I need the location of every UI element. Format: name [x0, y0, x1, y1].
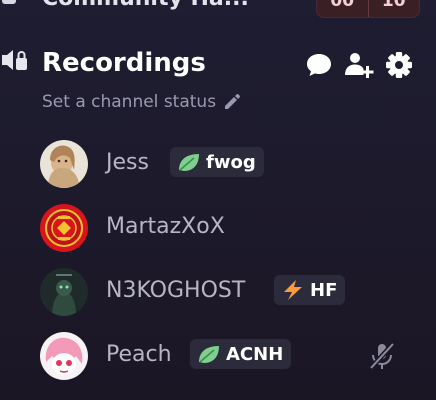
channel-settings-button[interactable] [384, 50, 414, 80]
member-name: MartazXoX [106, 214, 225, 239]
speaker-lock-icon [2, 50, 27, 70]
lightning-icon [284, 280, 302, 300]
voice-member[interactable]: N3KOGHOST HF [30, 266, 426, 318]
counter-limit: 10 [367, 0, 420, 17]
channel-icon [2, 0, 16, 4]
server-tag[interactable]: HF [274, 275, 346, 305]
pencil-icon [225, 94, 240, 109]
voice-member[interactable]: Peach ACNH [30, 330, 426, 382]
add-user-icon [345, 53, 374, 78]
previous-channel-name: Community Ha... [42, 0, 249, 11]
status-placeholder: Set a channel status [42, 92, 217, 112]
chat-bubble-icon [307, 54, 331, 76]
avatar [40, 332, 88, 380]
member-name: Jess [106, 150, 149, 175]
channel-name: Recordings [42, 48, 206, 78]
user-limit-counter: 00 10 [316, 0, 420, 18]
server-tag-label: HF [310, 279, 338, 301]
avatar [40, 204, 88, 252]
previous-channel-row[interactable]: Community Ha... 00 10 [0, 0, 436, 18]
server-tag[interactable]: fwog [170, 147, 264, 177]
server-tag-label: fwog [206, 151, 256, 173]
voice-member[interactable]: Jess fwog [30, 138, 426, 190]
counter-current: 00 [330, 0, 355, 11]
member-name: N3KOGHOST [106, 278, 246, 303]
muted-microphone-icon [369, 342, 395, 370]
avatar [40, 268, 88, 316]
voice-channel[interactable]: Recordings Set a channel status [0, 40, 436, 120]
member-name: Peach [106, 342, 172, 367]
leaf-icon [179, 154, 199, 171]
avatar [40, 140, 88, 188]
set-channel-status[interactable]: Set a channel status [42, 92, 242, 112]
leaf-icon [199, 346, 219, 363]
gear-icon [386, 52, 412, 78]
server-tag-label: ACNH [226, 343, 284, 365]
voice-member[interactable]: MartazXoX [30, 202, 426, 254]
open-chat-button[interactable] [304, 50, 334, 80]
invite-button[interactable] [344, 50, 374, 80]
server-tag[interactable]: ACNH [190, 339, 292, 369]
